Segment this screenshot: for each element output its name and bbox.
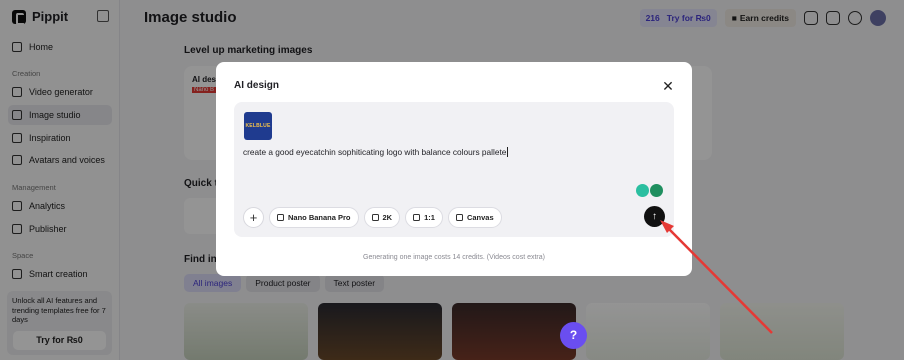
- annotation-arrow: [660, 220, 773, 334]
